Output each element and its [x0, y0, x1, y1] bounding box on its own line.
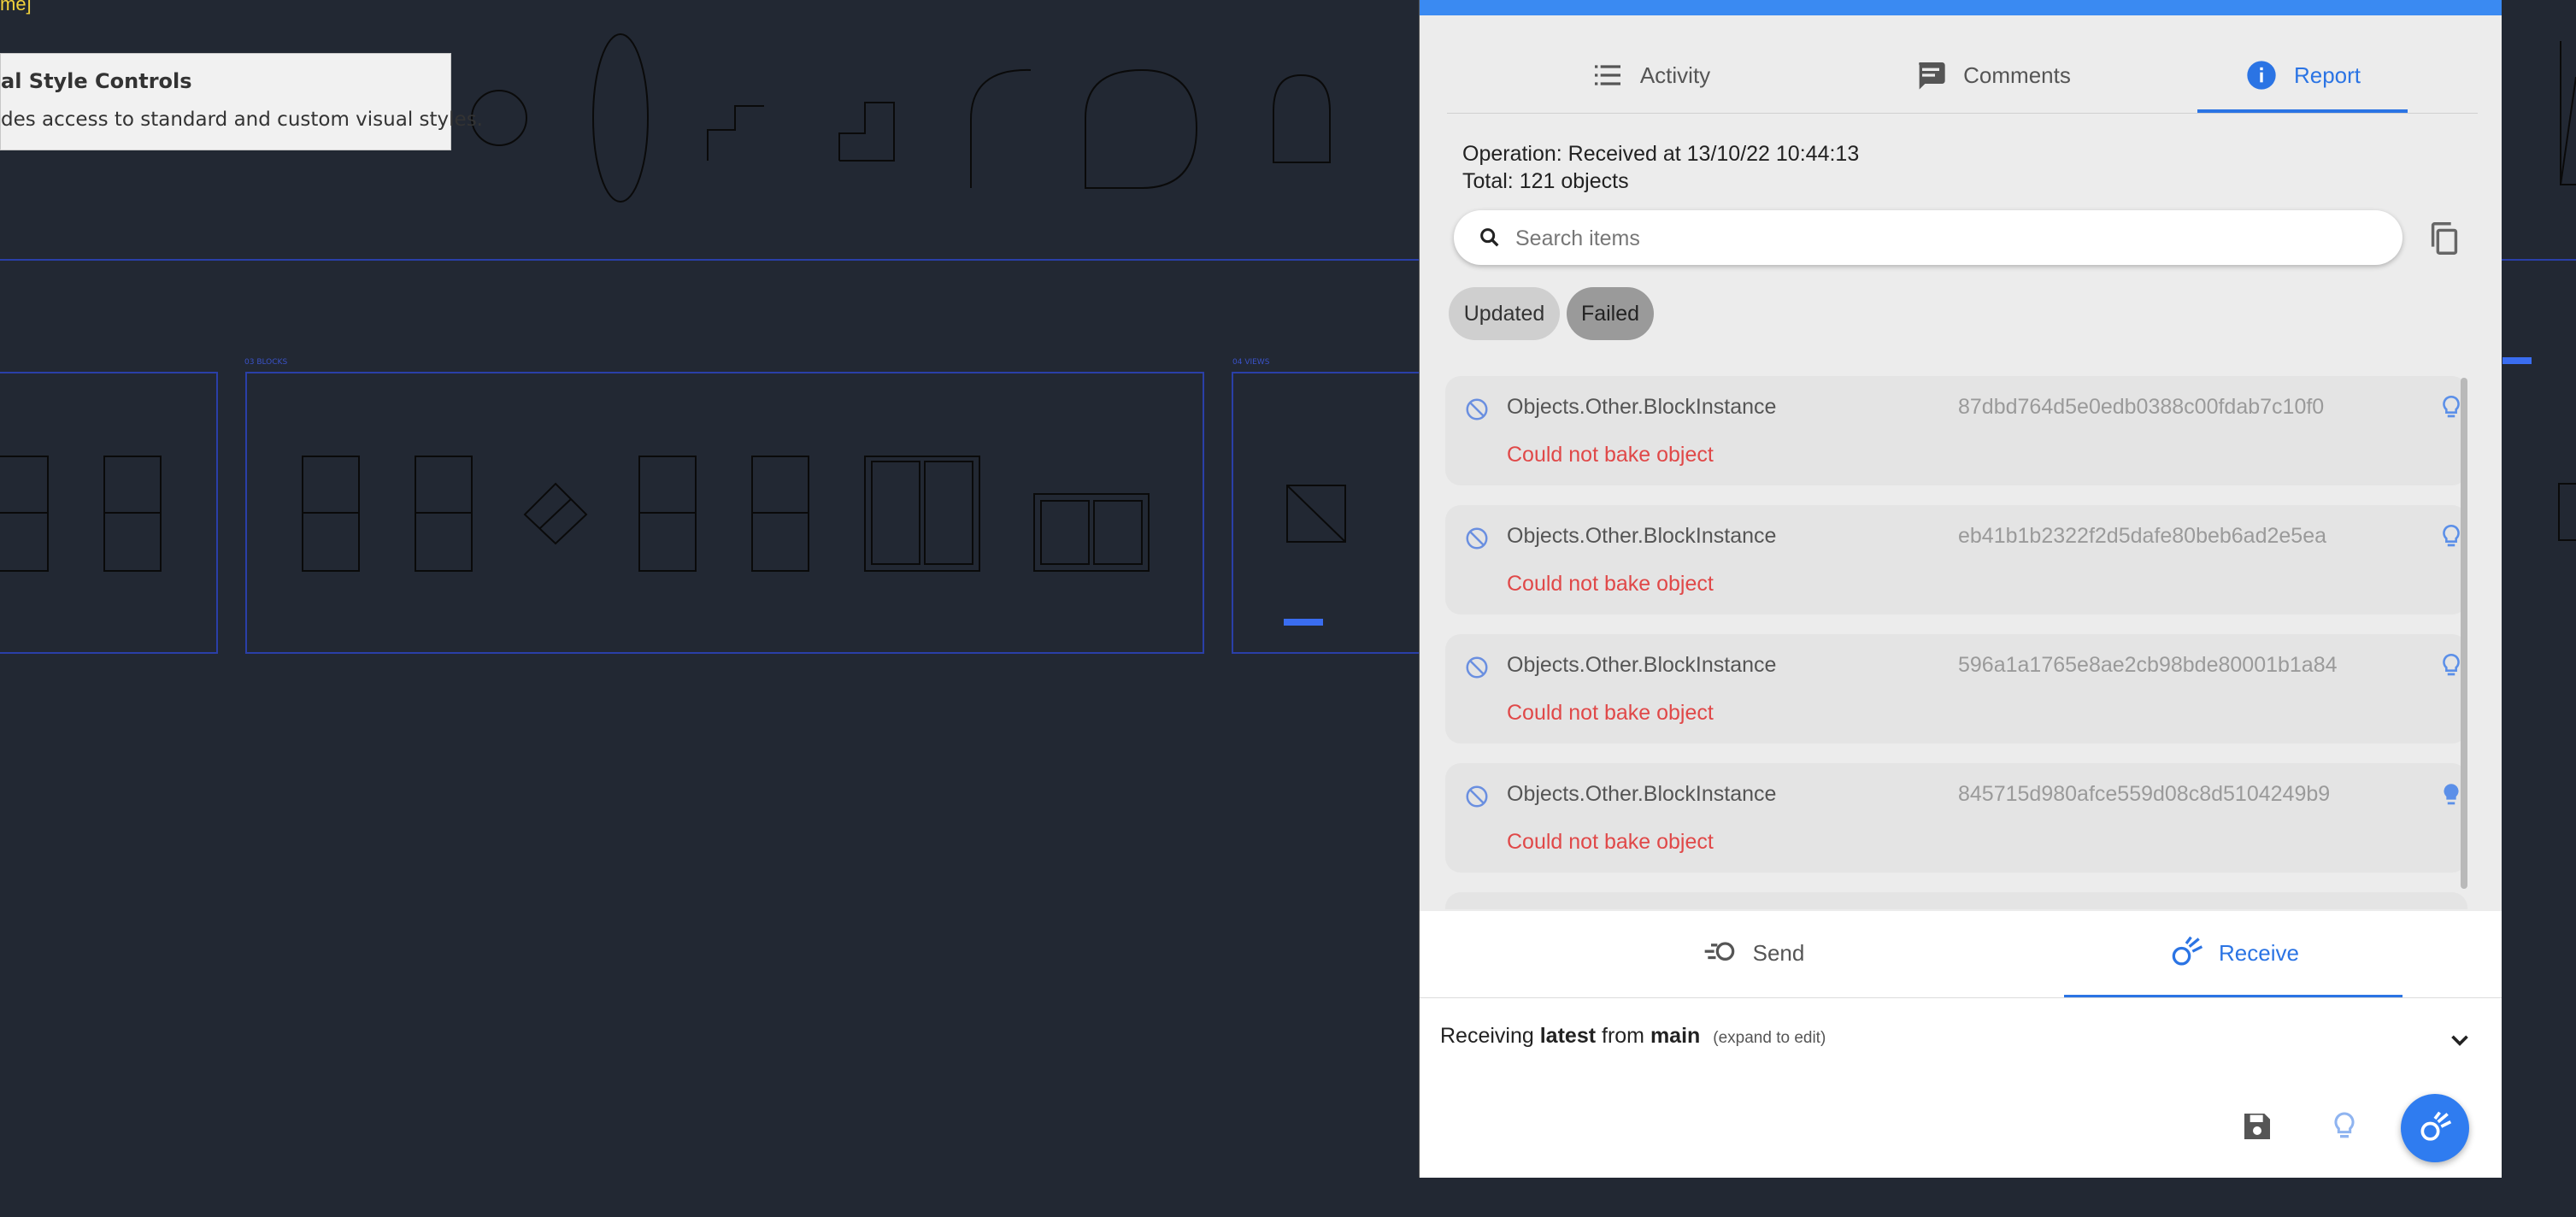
- send-icon: [1704, 942, 1734, 961]
- tab-send[interactable]: Send: [1625, 911, 1881, 995]
- tab-activity-label: Activity: [1639, 62, 1711, 88]
- item-id: 596a1a1765e8ae2cb98bde80001b1a84: [1958, 653, 2338, 677]
- stream-card: Send Receive Receiving latest from main …: [1420, 911, 2502, 1178]
- activity-list-icon: [1594, 65, 1620, 85]
- tab-send-label: Send: [1752, 939, 1805, 966]
- tab-receive-label: Receive: [2219, 939, 2299, 966]
- total-objects: Total: 121 objects: [1462, 169, 1629, 193]
- list-scrollbar[interactable]: [2461, 378, 2467, 889]
- tooltip: al Style Controls des access to standard…: [0, 53, 483, 150]
- operation-summary: Operation: Received at 13/10/22 10:44:13: [1462, 142, 1860, 166]
- item-id: 87dbd764d5e0edb0388c00fdab7c10f0: [1958, 395, 2325, 419]
- tooltip-title: al Style Controls: [1, 69, 192, 93]
- command-line-text: me]: [0, 0, 32, 15]
- copy-icon[interactable]: [2425, 219, 2464, 258]
- search-input[interactable]: [1514, 217, 2380, 260]
- chevron-down-icon[interactable]: [2445, 1026, 2474, 1055]
- filter-chip-failed[interactable]: Failed: [1567, 287, 1654, 340]
- report-item-list[interactable]: Objects.Other.BlockInstance 87dbd764d5e0…: [1445, 376, 2479, 909]
- block-icon: [1466, 785, 1488, 808]
- tab-report-label: Report: [2293, 62, 2361, 88]
- speckle-panel: Activity Comments Report Operation: Rece…: [1419, 0, 2502, 1178]
- receiving-branch: main: [1650, 1024, 1701, 1048]
- panel-top-bar: [1420, 0, 2502, 15]
- bottom-tab-divider: [1420, 997, 2502, 998]
- tab-divider: [1447, 113, 2478, 114]
- receiving-summary[interactable]: Receiving latest from main (expand to ed…: [1440, 1024, 1826, 1049]
- list-item[interactable]: Objects.Other.BlockInstance 596a1a1765e8…: [1445, 634, 2467, 744]
- item-id: 845715d980afce559d08c8d5104249b9: [1958, 782, 2331, 806]
- blocks-label: 03 BLOCKS: [244, 358, 287, 367]
- receiving-version: latest: [1539, 1024, 1597, 1048]
- item-error: Could not bake object: [1507, 572, 1714, 596]
- list-item[interactable]: Objects.Other.BlockInstance 87dbd764d5e0…: [1445, 376, 2467, 485]
- tab-comments-label: Comments: [1963, 62, 2071, 88]
- search-bar: [1454, 210, 2403, 265]
- receive-fab-icon: [2420, 1111, 2452, 1141]
- expand-hint: (expand to edit): [1713, 1029, 1826, 1047]
- receiving-prefix: Receiving: [1440, 1024, 1534, 1048]
- save-icon[interactable]: [2240, 1109, 2274, 1144]
- receiving-from: from: [1602, 1024, 1644, 1048]
- item-type: Objects.Other.BlockInstance: [1507, 395, 1777, 419]
- filter-chip-updated[interactable]: Updated: [1449, 287, 1560, 340]
- item-error: Could not bake object: [1507, 701, 1714, 725]
- block-icon: [1466, 527, 1488, 550]
- tooltip-description: des access to standard and custom visual…: [1, 109, 483, 131]
- views-label: 04 VIEWS: [1232, 358, 1270, 367]
- item-error: Could not bake object: [1507, 443, 1714, 467]
- item-error: Could not bake object: [1507, 830, 1714, 854]
- lightbulb-outline-icon[interactable]: [2327, 1109, 2361, 1144]
- tab-report[interactable]: Report: [2197, 36, 2408, 115]
- item-type: Objects.Other.BlockInstance: [1507, 653, 1777, 677]
- info-icon: [2247, 61, 2276, 90]
- block-icon: [1466, 398, 1488, 420]
- tab-receive[interactable]: Receive: [2064, 911, 2403, 995]
- search-icon: [1480, 228, 1499, 247]
- receive-button[interactable]: [2401, 1094, 2469, 1162]
- block-icon: [1466, 656, 1488, 679]
- list-item[interactable]: Objects.Other.BlockInstance 845715d980af…: [1445, 763, 2467, 873]
- item-id: eb41b1b2322f2d5dafe80beb6ad2e5ea: [1958, 524, 2327, 548]
- tab-comments[interactable]: Comments: [1864, 36, 2120, 115]
- tab-activity[interactable]: Activity: [1522, 36, 1779, 115]
- list-item[interactable]: Objects.Other.BlockInstance eb41b1b2322f…: [1445, 505, 2467, 614]
- report-tabs: Activity Comments Report: [1420, 36, 2502, 115]
- comments-icon: [1919, 62, 1945, 90]
- item-type: Objects.Other.BlockInstance: [1507, 524, 1777, 548]
- list-item-partial[interactable]: [1445, 892, 2467, 909]
- receive-icon: [2172, 936, 2203, 966]
- item-type: Objects.Other.BlockInstance: [1507, 782, 1777, 806]
